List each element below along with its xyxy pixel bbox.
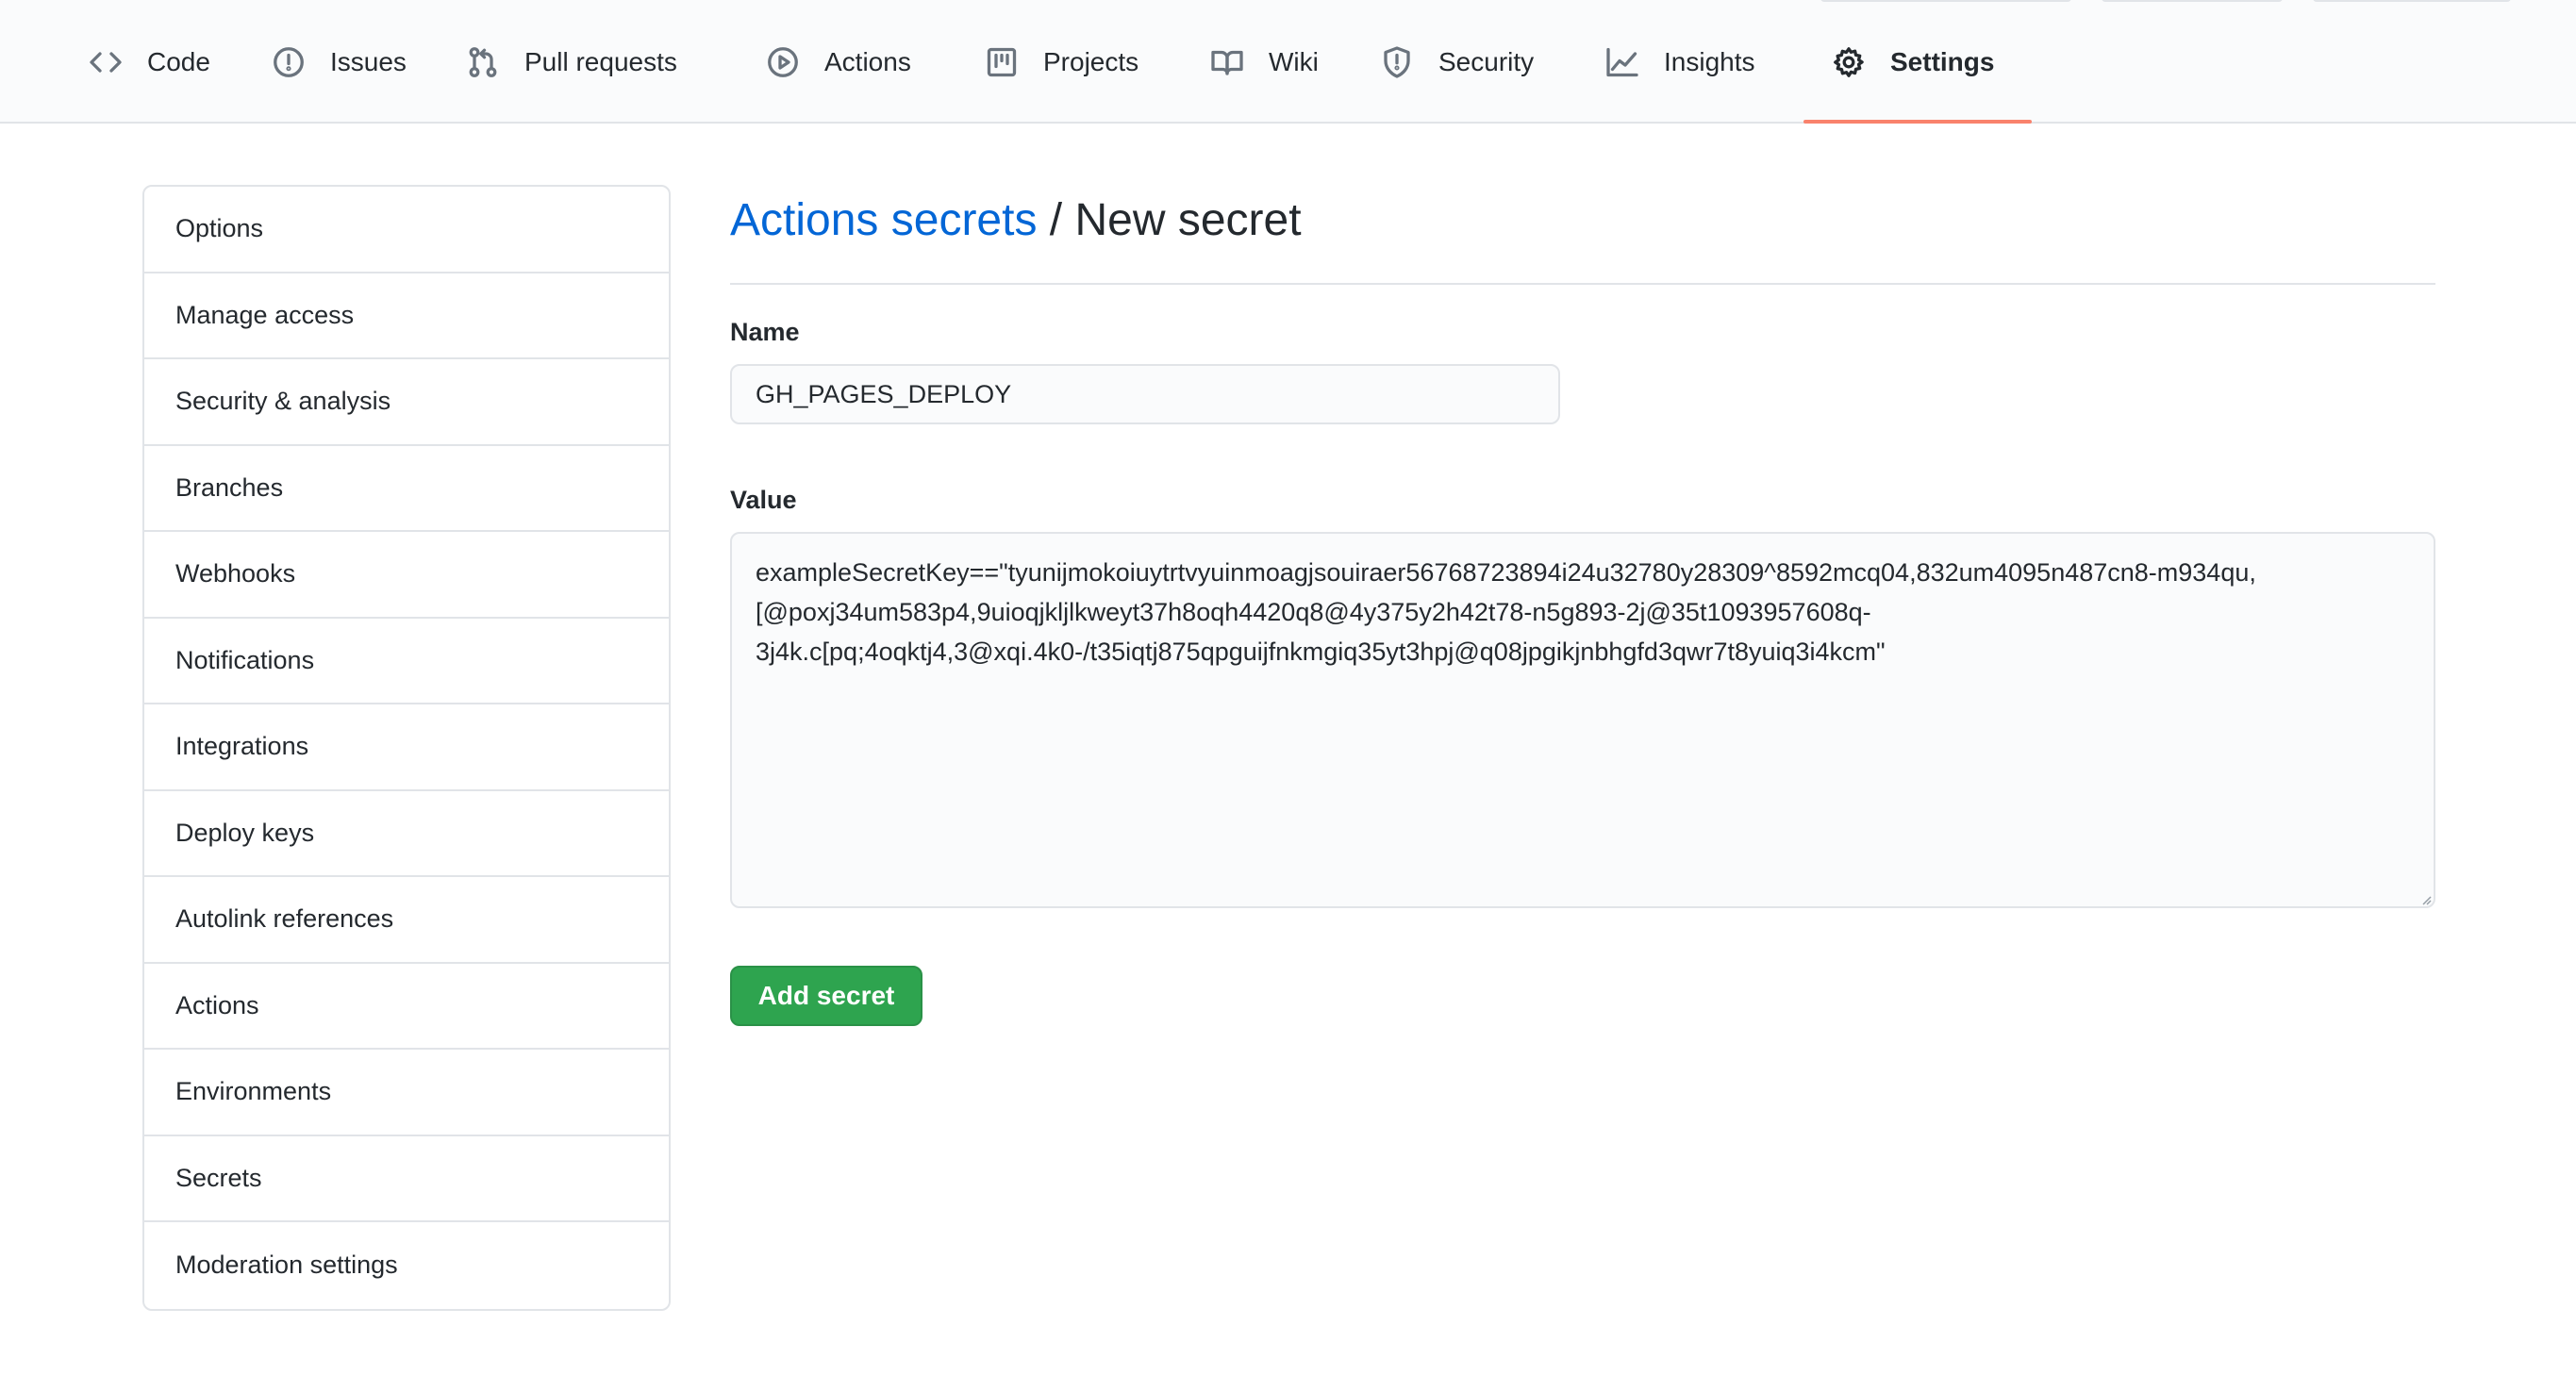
sidebar-item-secrets[interactable]: Secrets xyxy=(144,1136,669,1222)
book-icon xyxy=(1210,45,1244,79)
tab-label: Settings xyxy=(1890,46,1995,76)
sidebar-item-integrations[interactable]: Integrations xyxy=(144,704,669,791)
repo-tabs: Code Issues Pull requests Actions Projec xyxy=(0,0,2576,124)
secret-value-textarea[interactable]: exampleSecretKey=="tyunijmokoiuytrtvyuin… xyxy=(730,532,2435,908)
tab-settings[interactable]: Settings xyxy=(1832,0,1994,124)
sidebar-item-branches[interactable]: Branches xyxy=(144,446,669,532)
tab-label: Pull requests xyxy=(524,46,677,76)
tab-label: Actions xyxy=(824,46,911,76)
tab-label: Projects xyxy=(1043,46,1139,76)
name-label: Name xyxy=(730,318,800,346)
sidebar-item-options[interactable]: Options xyxy=(144,187,669,273)
shield-icon xyxy=(1380,45,1414,79)
tab-label: Code xyxy=(147,46,210,76)
selected-tab-indicator xyxy=(1803,120,2032,124)
sidebar-item-deploy-keys[interactable]: Deploy keys xyxy=(144,791,669,877)
tab-code[interactable]: Code xyxy=(89,0,210,124)
tab-issues[interactable]: Issues xyxy=(272,0,407,124)
sidebar-item-webhooks[interactable]: Webhooks xyxy=(144,532,669,619)
breadcrumb-actions-secrets-link[interactable]: Actions secrets xyxy=(730,195,1037,245)
sidebar-item-environments[interactable]: Environments xyxy=(144,1050,669,1136)
tab-label: Insights xyxy=(1664,46,1755,76)
play-icon xyxy=(766,45,800,79)
sidebar-item-moderation-settings[interactable]: Moderation settings xyxy=(144,1222,669,1309)
git-pull-request-icon xyxy=(466,45,500,79)
page-title-text: New secret xyxy=(1074,195,1302,245)
sidebar-item-autolink-references[interactable]: Autolink references xyxy=(144,877,669,964)
issue-opened-icon xyxy=(272,45,306,79)
tab-security[interactable]: Security xyxy=(1380,0,1534,124)
tab-pull-requests[interactable]: Pull requests xyxy=(466,0,677,124)
code-icon xyxy=(89,45,123,79)
breadcrumb-separator: / xyxy=(1037,195,1075,245)
settings-menu: Options Manage access Security & analysi… xyxy=(142,185,671,1311)
resize-grip-icon[interactable] xyxy=(2420,894,2432,905)
tab-label: Issues xyxy=(330,46,407,76)
add-secret-button[interactable]: Add secret xyxy=(730,966,922,1026)
tab-projects[interactable]: Projects xyxy=(985,0,1138,124)
secret-name-input[interactable] xyxy=(730,364,1560,424)
tab-actions[interactable]: Actions xyxy=(766,0,911,124)
page-title: Actions secrets / New secret xyxy=(730,194,1302,246)
subhead: Actions secrets / New secret xyxy=(730,187,2435,285)
sidebar-item-actions[interactable]: Actions xyxy=(144,964,669,1050)
tab-wiki[interactable]: Wiki xyxy=(1210,0,1319,124)
sidebar-item-notifications[interactable]: Notifications xyxy=(144,619,669,704)
gear-icon xyxy=(1832,45,1866,79)
project-icon xyxy=(985,45,1019,79)
graph-icon xyxy=(1605,45,1639,79)
tab-label: Wiki xyxy=(1269,46,1319,76)
sidebar-item-manage-access[interactable]: Manage access xyxy=(144,273,669,359)
value-label: Value xyxy=(730,486,797,514)
repo-header: Code Issues Pull requests Actions Projec xyxy=(0,0,2576,124)
tab-label: Security xyxy=(1438,46,1535,76)
sidebar-item-security-analysis[interactable]: Security & analysis xyxy=(144,359,669,446)
tab-insights[interactable]: Insights xyxy=(1605,0,1755,124)
